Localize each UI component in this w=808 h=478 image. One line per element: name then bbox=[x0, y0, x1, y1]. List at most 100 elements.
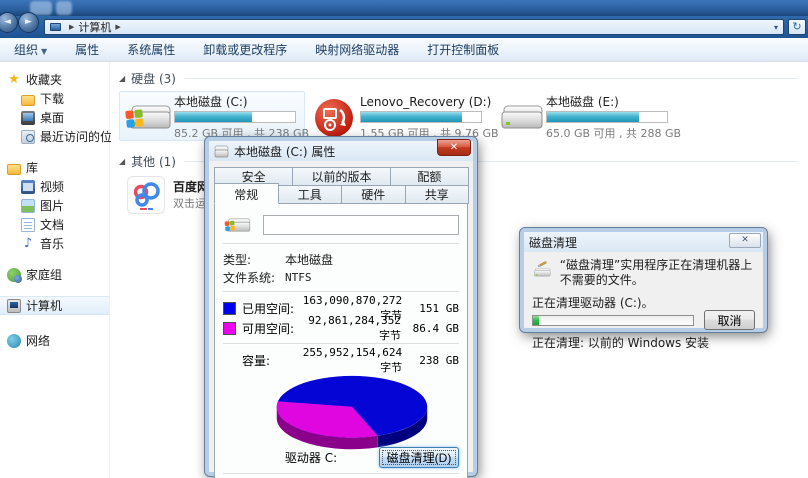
capacity-meter bbox=[174, 111, 296, 123]
tab-general[interactable]: 常规 bbox=[214, 183, 279, 204]
group-label: 其他 (1) bbox=[131, 153, 176, 170]
disk-cleanup-dialog: 磁盘清理 ✕ “磁盘清理”实用程序正在清理机器上不需要的文件。 正在清理驱动器 … bbox=[520, 228, 767, 332]
cleanup-cancel-button[interactable]: 取消 bbox=[704, 310, 755, 330]
sidebar-label: 家庭组 bbox=[26, 266, 62, 283]
homegroup-icon bbox=[7, 268, 21, 282]
videos-icon bbox=[21, 180, 35, 194]
free-space-size: 86.4 GB bbox=[401, 322, 459, 335]
uninstall-program-button[interactable]: 卸载或更改程序 bbox=[189, 41, 301, 58]
free-space-label: 可用空间: bbox=[242, 320, 304, 337]
capacity-meter bbox=[360, 111, 482, 123]
drive-icon bbox=[214, 145, 229, 158]
sidebar-item-network[interactable]: 网络 bbox=[0, 331, 109, 350]
back-button[interactable]: ◄ bbox=[0, 12, 18, 33]
tab-previous-versions[interactable]: 以前的版本 bbox=[292, 167, 391, 185]
sidebar-item-pictures[interactable]: 图片 bbox=[0, 196, 109, 215]
recent-places-icon bbox=[21, 130, 35, 144]
sidebar-label: 视频 bbox=[40, 178, 64, 195]
general-tab-page: 类型:本地磁盘 文件系统:NTFS 已用空间: 163,090,870,272 … bbox=[214, 203, 468, 478]
dialog-title: 磁盘清理 bbox=[529, 234, 577, 251]
command-toolbar: 组织▼ 属性 系统属性 卸载或更改程序 映射网络驱动器 打开控制面板 bbox=[0, 38, 808, 62]
sidebar-label: 文档 bbox=[40, 216, 64, 233]
sidebar-item-libraries[interactable]: 库 bbox=[0, 158, 109, 177]
drive-letter-caption: 驱动器 C: bbox=[223, 449, 399, 466]
used-space-label: 已用空间: bbox=[242, 300, 303, 317]
sidebar-label: 计算机 bbox=[26, 297, 62, 314]
drive-tile-d[interactable]: Lenovo_Recovery (D:) 1.55 GB 可用 , 共 9.76… bbox=[305, 91, 491, 141]
group-header-harddisks[interactable]: ◢ 硬盘 (3) bbox=[119, 70, 798, 87]
capacity-meter bbox=[546, 111, 668, 123]
map-network-drive-button[interactable]: 映射网络驱动器 bbox=[301, 41, 413, 58]
expander-icon[interactable]: ◢ bbox=[119, 157, 125, 166]
cleanup-progress-bar bbox=[532, 315, 694, 326]
used-space-size: 151 GB bbox=[402, 302, 459, 315]
sidebar-item-recent-places[interactable]: 最近访问的位置 bbox=[0, 127, 109, 146]
sidebar-item-videos[interactable]: 视频 bbox=[0, 177, 109, 196]
recovery-drive-icon bbox=[310, 94, 360, 138]
free-space-swatch bbox=[223, 322, 236, 335]
libraries-icon bbox=[7, 164, 21, 175]
refresh-button[interactable]: ↻ bbox=[788, 19, 806, 35]
tab-hardware[interactable]: 硬件 bbox=[341, 185, 406, 204]
expander-icon[interactable]: ◢ bbox=[119, 74, 125, 83]
sidebar-item-homegroup[interactable]: 家庭组 bbox=[0, 265, 109, 284]
drive-tile-e[interactable]: 本地磁盘 (E:) 65.0 GB 可用 , 共 288 GB bbox=[491, 91, 677, 141]
capacity-size: 238 GB bbox=[402, 354, 459, 367]
drive-icon bbox=[223, 212, 253, 238]
volume-label-input[interactable] bbox=[263, 215, 459, 235]
cleanup-status-text: 正在清理: 以前的 Windows 安装 bbox=[532, 334, 755, 351]
close-icon[interactable]: ✕ bbox=[729, 233, 761, 248]
navigation-pane: ★ 收藏夹 下载 桌面 最近访问的位置 库 视频 图片 文档 ♪ 音乐 家庭组 … bbox=[0, 62, 110, 478]
window-titlebar[interactable] bbox=[0, 0, 808, 16]
drive-e-icon bbox=[496, 94, 546, 138]
drive-name: 本地磁盘 (C:) bbox=[174, 94, 300, 110]
disk-cleanup-button[interactable]: 磁盘清理(D) bbox=[379, 447, 459, 468]
drive-name: 本地磁盘 (E:) bbox=[546, 94, 672, 110]
network-icon bbox=[7, 334, 21, 348]
sidebar-label: 库 bbox=[26, 159, 38, 176]
sidebar-item-favorites[interactable]: ★ 收藏夹 bbox=[0, 70, 109, 89]
separator bbox=[223, 243, 459, 245]
address-bar[interactable]: ▶ 计算机 ▶ ▾ bbox=[44, 19, 784, 35]
filesystem-value: NTFS bbox=[285, 271, 312, 284]
type-label: 类型: bbox=[223, 251, 285, 268]
capacity-label: 容量: bbox=[242, 352, 303, 369]
cleanup-progress-label: 正在清理驱动器 (C:)。 bbox=[532, 294, 755, 310]
sidebar-item-music[interactable]: ♪ 音乐 bbox=[0, 234, 109, 253]
properties-button[interactable]: 属性 bbox=[61, 41, 113, 58]
breadcrumb-computer[interactable]: 计算机 bbox=[78, 19, 111, 35]
drive-c-icon bbox=[124, 94, 174, 138]
separator bbox=[223, 473, 459, 475]
close-icon[interactable]: ✕ bbox=[437, 139, 471, 156]
dialog-titlebar[interactable]: 本地磁盘 (C:) 属性 ✕ bbox=[209, 141, 473, 161]
sidebar-label: 图片 bbox=[40, 197, 64, 214]
dialog-titlebar[interactable]: 磁盘清理 ✕ bbox=[524, 232, 763, 252]
sidebar-item-desktop[interactable]: 桌面 bbox=[0, 108, 109, 127]
disk-usage-pie-chart bbox=[267, 372, 437, 454]
chevron-down-icon: ▼ bbox=[41, 47, 47, 56]
forward-button[interactable]: ► bbox=[18, 12, 39, 33]
capacity-row: 容量: 255,952,154,624 字节 238 GB bbox=[223, 350, 459, 370]
sidebar-item-computer[interactable]: 计算机 bbox=[0, 296, 109, 315]
sidebar-item-documents[interactable]: 文档 bbox=[0, 215, 109, 234]
breadcrumb-arrow-icon[interactable]: ▶ bbox=[115, 23, 120, 31]
tab-tools[interactable]: 工具 bbox=[278, 185, 343, 204]
used-space-swatch bbox=[223, 302, 236, 315]
open-control-panel-button[interactable]: 打开控制面板 bbox=[413, 41, 513, 58]
system-properties-button[interactable]: 系统属性 bbox=[113, 41, 189, 58]
dialog-title: 本地磁盘 (C:) 属性 bbox=[234, 143, 335, 160]
drive-tile-c[interactable]: 本地磁盘 (C:) 85.2 GB 可用 , 共 238 GB bbox=[119, 91, 305, 141]
capacity-bytes: 255,952,154,624 字节 bbox=[303, 346, 402, 375]
music-note-icon: ♪ bbox=[21, 237, 35, 251]
address-dropdown-icon[interactable]: ▾ bbox=[774, 23, 778, 32]
breadcrumb-arrow-icon[interactable]: ▶ bbox=[69, 23, 74, 31]
organize-menu[interactable]: 组织▼ bbox=[0, 41, 61, 58]
computer-icon bbox=[50, 23, 61, 31]
tab-quota[interactable]: 配额 bbox=[390, 167, 469, 185]
sidebar-label: 收藏夹 bbox=[26, 71, 62, 88]
tab-sharing[interactable]: 共享 bbox=[405, 185, 470, 204]
group-label: 硬盘 (3) bbox=[131, 70, 176, 87]
sidebar-item-downloads[interactable]: 下载 bbox=[0, 89, 109, 108]
downloads-folder-icon bbox=[21, 95, 35, 106]
pictures-icon bbox=[21, 199, 35, 213]
